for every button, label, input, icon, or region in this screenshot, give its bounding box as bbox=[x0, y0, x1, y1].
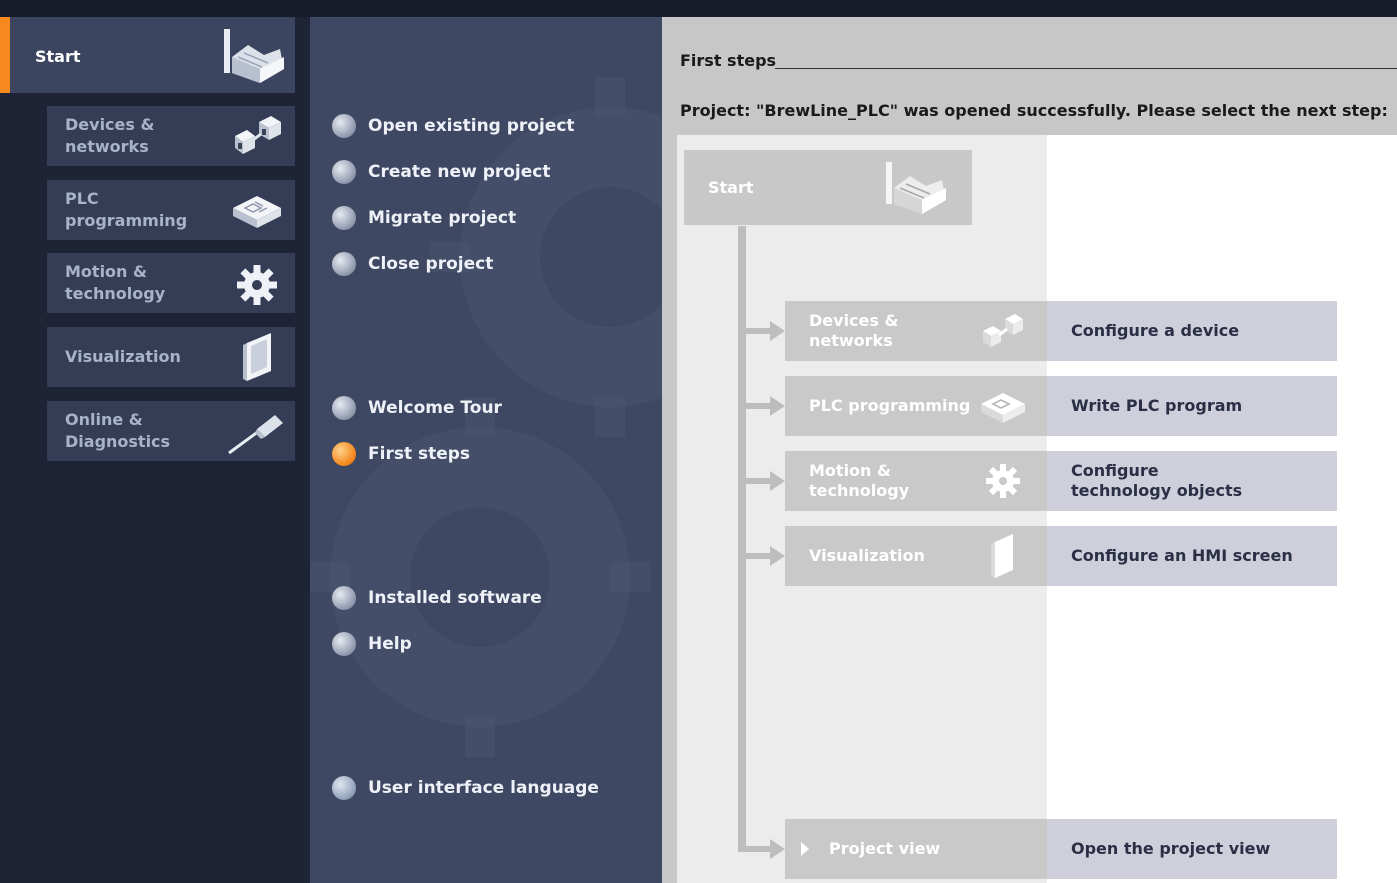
action-label: Configure a device bbox=[1071, 321, 1240, 340]
arrow-icon bbox=[738, 471, 785, 491]
step-plc-programming: PLC programming Write PLC program bbox=[738, 376, 1337, 436]
installed-software-link[interactable]: Installed software bbox=[332, 584, 542, 612]
write-plc-program-button[interactable]: Write PLC program bbox=[1047, 376, 1337, 436]
workflow-connector bbox=[738, 226, 746, 851]
plc-programming-icon bbox=[981, 393, 1025, 423]
devices-networks-icon bbox=[235, 116, 281, 154]
action-label: Write PLC program bbox=[1071, 396, 1243, 415]
close-project-link[interactable]: Close project bbox=[332, 250, 493, 278]
arrow-icon bbox=[738, 546, 785, 566]
configure-hmi-screen-button[interactable]: Configure an HMI screen bbox=[1047, 526, 1337, 586]
step-motion-technology: Motion & technology Configure technology… bbox=[738, 451, 1337, 511]
bullet-icon bbox=[332, 114, 356, 138]
help-link[interactable]: Help bbox=[332, 630, 412, 658]
nav-item-label: PLC programming bbox=[65, 189, 188, 230]
nav-item-label: Online & Diagnostics bbox=[65, 410, 171, 451]
project-view-button[interactable]: Project view bbox=[785, 819, 1047, 879]
portal-navigation: Start Devices & networks PLC programming bbox=[0, 17, 310, 883]
bullet-icon bbox=[332, 632, 356, 656]
title-bar bbox=[0, 0, 1397, 17]
step-project-view: Project view Open the project view bbox=[738, 819, 1337, 879]
portal-label: Motion & technology bbox=[809, 461, 910, 500]
create-new-project-link[interactable]: Create new project bbox=[332, 158, 550, 186]
first-steps-content: First steps Project: "BrewLine_PLC" was … bbox=[662, 17, 1397, 883]
portal-label: Visualization bbox=[809, 546, 925, 565]
nav-visualization[interactable]: Visualization bbox=[47, 327, 295, 387]
bullet-icon bbox=[332, 206, 356, 230]
plc-programming-icon bbox=[233, 196, 281, 228]
nav-item-label: Devices & networks bbox=[65, 115, 155, 156]
action-label: Welcome Tour bbox=[368, 398, 502, 418]
action-label: Configure an HMI screen bbox=[1071, 546, 1293, 565]
factory-icon bbox=[224, 29, 284, 83]
action-label: User interface language bbox=[368, 778, 599, 798]
action-label: Help bbox=[368, 634, 412, 654]
active-bullet-icon bbox=[332, 442, 356, 466]
nav-plc-programming[interactable]: PLC programming bbox=[47, 180, 295, 240]
step-devices-networks: Devices & networks Configure a device bbox=[738, 301, 1337, 361]
nav-item-label: Motion & technology bbox=[65, 262, 166, 303]
first-steps-link[interactable]: First steps bbox=[332, 440, 470, 468]
factory-icon bbox=[886, 162, 946, 214]
nav-online-diagnostics[interactable]: Online & Diagnostics bbox=[47, 401, 295, 461]
portal-visualization[interactable]: Visualization bbox=[785, 526, 1047, 586]
action-label: Create new project bbox=[368, 162, 551, 182]
nav-item-label: Visualization bbox=[65, 347, 181, 366]
gear-icon bbox=[237, 265, 277, 305]
section-title: First steps bbox=[680, 51, 777, 70]
bullet-icon bbox=[332, 396, 356, 420]
action-label: Open existing project bbox=[368, 116, 575, 136]
portal-devices-networks[interactable]: Devices & networks bbox=[785, 301, 1047, 361]
visualization-screen-icon bbox=[991, 534, 1013, 578]
workflow-start-label: Start bbox=[708, 178, 754, 197]
action-label: Open the project view bbox=[1071, 839, 1271, 858]
devices-networks-icon bbox=[983, 314, 1023, 347]
screwdriver-icon bbox=[228, 415, 283, 455]
portal-label: PLC programming bbox=[809, 396, 971, 415]
configure-technology-objects-button[interactable]: Configure technology objects bbox=[1047, 451, 1337, 511]
welcome-tour-link[interactable]: Welcome Tour bbox=[332, 394, 502, 422]
action-label: Migrate project bbox=[368, 208, 517, 228]
nav-devices-networks[interactable]: Devices & networks bbox=[47, 106, 295, 166]
status-message: Project: "BrewLine_PLC" was opened succe… bbox=[680, 101, 1388, 120]
user-interface-language-link[interactable]: User interface language bbox=[332, 774, 599, 802]
title-divider bbox=[775, 68, 1397, 69]
open-existing-project-link[interactable]: Open existing project bbox=[332, 112, 575, 140]
arrow-icon bbox=[738, 321, 785, 341]
action-label: First steps bbox=[368, 444, 471, 464]
action-label: Configure technology objects bbox=[1071, 461, 1243, 500]
visualization-screen-icon bbox=[243, 333, 271, 381]
workflow-area: Start Devices & networks Configure a dev… bbox=[677, 135, 1397, 883]
portal-label: Project view bbox=[829, 839, 941, 858]
bullet-icon bbox=[332, 160, 356, 184]
migrate-project-link[interactable]: Migrate project bbox=[332, 204, 516, 232]
bullet-icon bbox=[332, 252, 356, 276]
bullet-icon bbox=[332, 586, 356, 610]
expand-triangle-icon bbox=[801, 842, 809, 856]
gear-icon bbox=[986, 464, 1020, 498]
portal-label: Devices & networks bbox=[809, 311, 899, 350]
nav-start[interactable]: Start bbox=[0, 17, 295, 93]
configure-device-button[interactable]: Configure a device bbox=[1047, 301, 1337, 361]
step-visualization: Visualization Configure an HMI screen bbox=[738, 526, 1337, 586]
action-label: Close project bbox=[368, 254, 494, 274]
open-project-view-button[interactable]: Open the project view bbox=[1047, 819, 1337, 879]
globe-icon bbox=[332, 776, 356, 800]
active-indicator bbox=[0, 17, 10, 93]
nav-start-label: Start bbox=[35, 47, 81, 66]
arrow-icon bbox=[738, 396, 785, 416]
workflow-start: Start bbox=[684, 150, 972, 225]
action-label: Installed software bbox=[368, 588, 542, 608]
portal-plc-programming[interactable]: PLC programming bbox=[785, 376, 1047, 436]
portal-motion-technology[interactable]: Motion & technology bbox=[785, 451, 1047, 511]
arrow-icon bbox=[738, 839, 785, 859]
nav-motion-technology[interactable]: Motion & technology bbox=[47, 253, 295, 313]
actions-panel: Open existing project Create new project… bbox=[310, 17, 662, 883]
